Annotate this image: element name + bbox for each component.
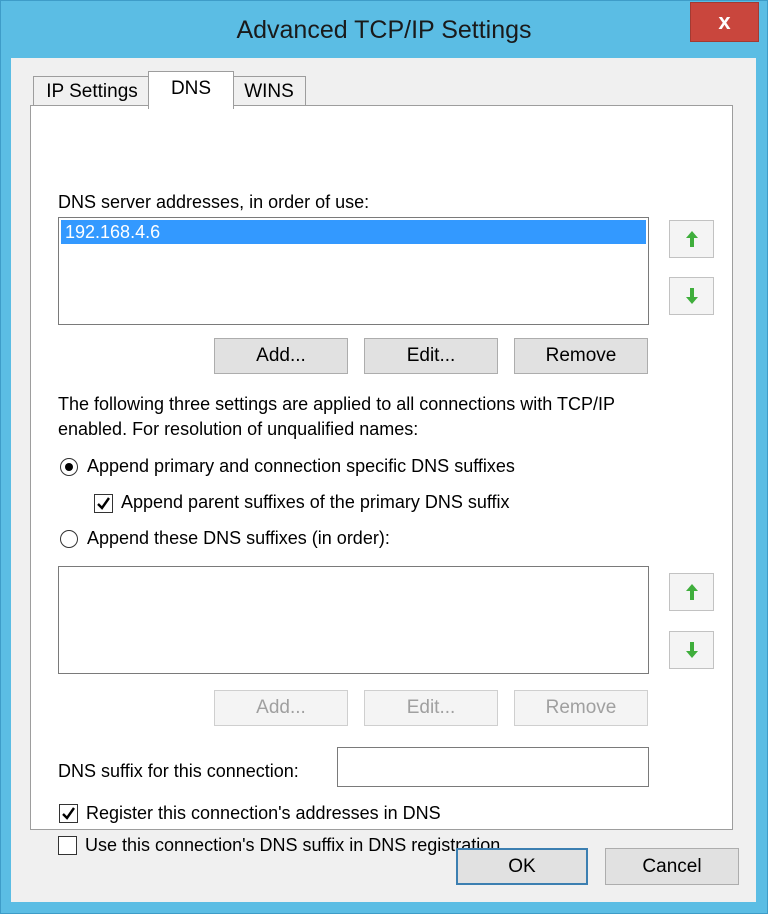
dialog-client-area: IP Settings DNS WINS DNS server addresse… bbox=[11, 58, 756, 902]
append-these-label: Append these DNS suffixes (in order): bbox=[87, 528, 390, 548]
dns-servers-label: DNS server addresses, in order of use: bbox=[58, 192, 370, 212]
arrow-up-icon bbox=[685, 584, 698, 600]
dns-server-add-button[interactable]: Add... bbox=[214, 338, 348, 374]
suffix-remove-button[interactable]: Remove bbox=[514, 690, 648, 726]
append-parent-label: Append parent suffixes of the primary DN… bbox=[121, 492, 510, 512]
suffix-edit-button[interactable]: Edit... bbox=[364, 690, 498, 726]
append-primary-label: Append primary and connection specific D… bbox=[87, 456, 515, 476]
dns-server-remove-button[interactable]: Remove bbox=[514, 338, 648, 374]
dns-suffix-list[interactable] bbox=[58, 566, 649, 674]
close-button[interactable]: x bbox=[690, 2, 759, 42]
dns-tab-panel: DNS server addresses, in order of use: 1… bbox=[30, 105, 733, 830]
tab-dns[interactable]: DNS bbox=[148, 71, 234, 109]
arrow-down-icon bbox=[685, 288, 698, 304]
arrow-down-icon bbox=[685, 642, 698, 658]
dns-server-edit-button[interactable]: Edit... bbox=[364, 338, 498, 374]
suffix-move-down-button[interactable] bbox=[669, 631, 714, 669]
dialog-window: Advanced TCP/IP Settings x IP Settings D… bbox=[0, 0, 768, 914]
checkmark-icon bbox=[97, 497, 110, 510]
register-addresses-label: Register this connection's addresses in … bbox=[86, 803, 441, 823]
append-parent-checkbox[interactable] bbox=[94, 494, 113, 513]
use-suffix-registration-checkbox[interactable] bbox=[58, 836, 77, 855]
dns-server-move-up-button[interactable] bbox=[669, 220, 714, 258]
connection-suffix-input[interactable] bbox=[337, 747, 649, 787]
window-title: Advanced TCP/IP Settings bbox=[236, 16, 532, 44]
cancel-button[interactable]: Cancel bbox=[605, 848, 739, 885]
suffix-move-up-button[interactable] bbox=[669, 573, 714, 611]
append-these-radio[interactable] bbox=[60, 530, 78, 548]
dns-server-list[interactable]: 192.168.4.6 bbox=[58, 217, 649, 325]
dns-server-move-down-button[interactable] bbox=[669, 277, 714, 315]
tab-wins[interactable]: WINS bbox=[232, 76, 306, 106]
close-icon: x bbox=[718, 9, 731, 34]
info-text-line-2: enabled. For resolution of unqualified n… bbox=[58, 419, 419, 439]
use-suffix-registration-label: Use this connection's DNS suffix in DNS … bbox=[85, 835, 501, 855]
info-text-line-1: The following three settings are applied… bbox=[58, 394, 615, 414]
tab-ip-settings[interactable]: IP Settings bbox=[33, 76, 151, 106]
suffix-add-button[interactable]: Add... bbox=[214, 690, 348, 726]
connection-suffix-label: DNS suffix for this connection: bbox=[58, 761, 299, 781]
arrow-up-icon bbox=[685, 231, 698, 247]
register-addresses-checkbox[interactable] bbox=[59, 804, 78, 823]
ok-button[interactable]: OK bbox=[456, 848, 588, 885]
checkmark-icon bbox=[62, 807, 75, 820]
list-item[interactable]: 192.168.4.6 bbox=[61, 220, 646, 244]
append-primary-radio[interactable] bbox=[60, 458, 78, 476]
